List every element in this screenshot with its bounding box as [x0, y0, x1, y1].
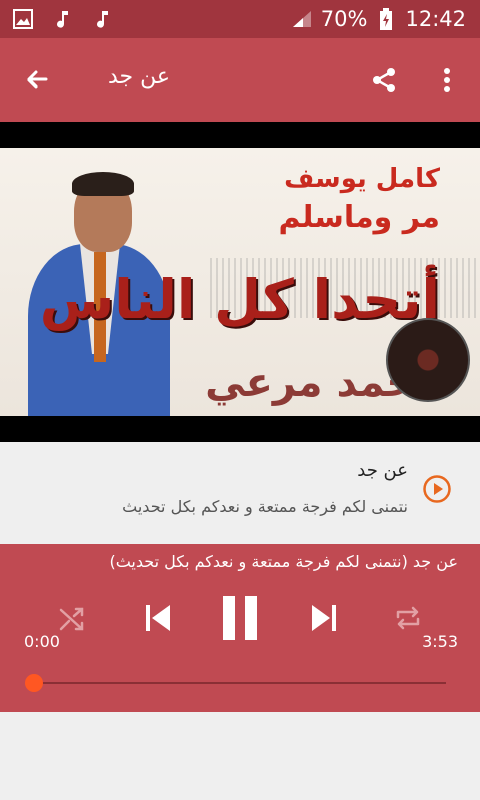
share-button[interactable]	[366, 62, 402, 98]
media-player-panel: عن جد (نتمنى لكم فرجة ممتعة و نعدكم بكل …	[0, 544, 480, 712]
thumbnail-subtitle: مر وماسلم	[278, 200, 440, 235]
track-list-item[interactable]	[0, 442, 480, 544]
image-icon	[12, 8, 34, 30]
total-time: 3:53	[422, 632, 458, 651]
album-disc-graphic	[386, 318, 470, 402]
now-playing-title: عن جد (نتمنى لكم فرجة ممتعة و نعدكم بكل …	[109, 552, 458, 571]
video-player[interactable]: كامل يوسف مر وماسلم أتحدا كل الناس محمد …	[0, 122, 480, 442]
seek-bar[interactable]	[34, 682, 446, 684]
status-bar: 70% 12:42	[0, 0, 480, 38]
pause-icon	[223, 596, 257, 640]
more-options-button[interactable]	[432, 62, 462, 98]
skip-previous-button[interactable]	[138, 598, 178, 638]
more-vert-icon	[444, 68, 450, 92]
share-icon	[373, 68, 395, 92]
repeat-icon	[396, 606, 420, 630]
clock: 12:42	[405, 7, 466, 31]
seek-thumb[interactable]	[25, 674, 43, 692]
app-bar: عن جد	[0, 38, 480, 122]
video-thumbnail: كامل يوسف مر وماسلم أتحدا كل الناس محمد …	[0, 148, 480, 416]
skip-next-button[interactable]	[304, 598, 344, 638]
skip-previous-icon	[146, 605, 170, 631]
thumbnail-headline: أتحدا كل الناس	[39, 268, 440, 331]
pause-button[interactable]	[218, 594, 262, 642]
empty-area	[0, 712, 480, 800]
track-title: عن جد	[357, 460, 408, 481]
music-note-icon	[52, 8, 74, 30]
track-subtitle: نتمنى لكم فرجة ممتعة و نعدكم بكل تحديث	[122, 497, 408, 516]
play-circle-icon[interactable]	[422, 474, 452, 504]
current-time: 0:00	[24, 632, 60, 651]
repeat-button[interactable]	[390, 600, 426, 636]
arrow-left-icon	[27, 70, 48, 89]
music-note-icon	[92, 8, 114, 30]
back-button[interactable]	[18, 62, 54, 98]
battery-percent: 70%	[320, 7, 368, 31]
page-title: عن جد	[108, 64, 171, 89]
skip-next-icon	[312, 605, 336, 631]
thumbnail-artist: كامل يوسف	[284, 164, 440, 194]
signal-icon	[291, 8, 313, 30]
battery-charging-icon	[375, 8, 397, 30]
shuffle-button[interactable]	[54, 600, 90, 636]
shuffle-icon	[59, 607, 84, 631]
